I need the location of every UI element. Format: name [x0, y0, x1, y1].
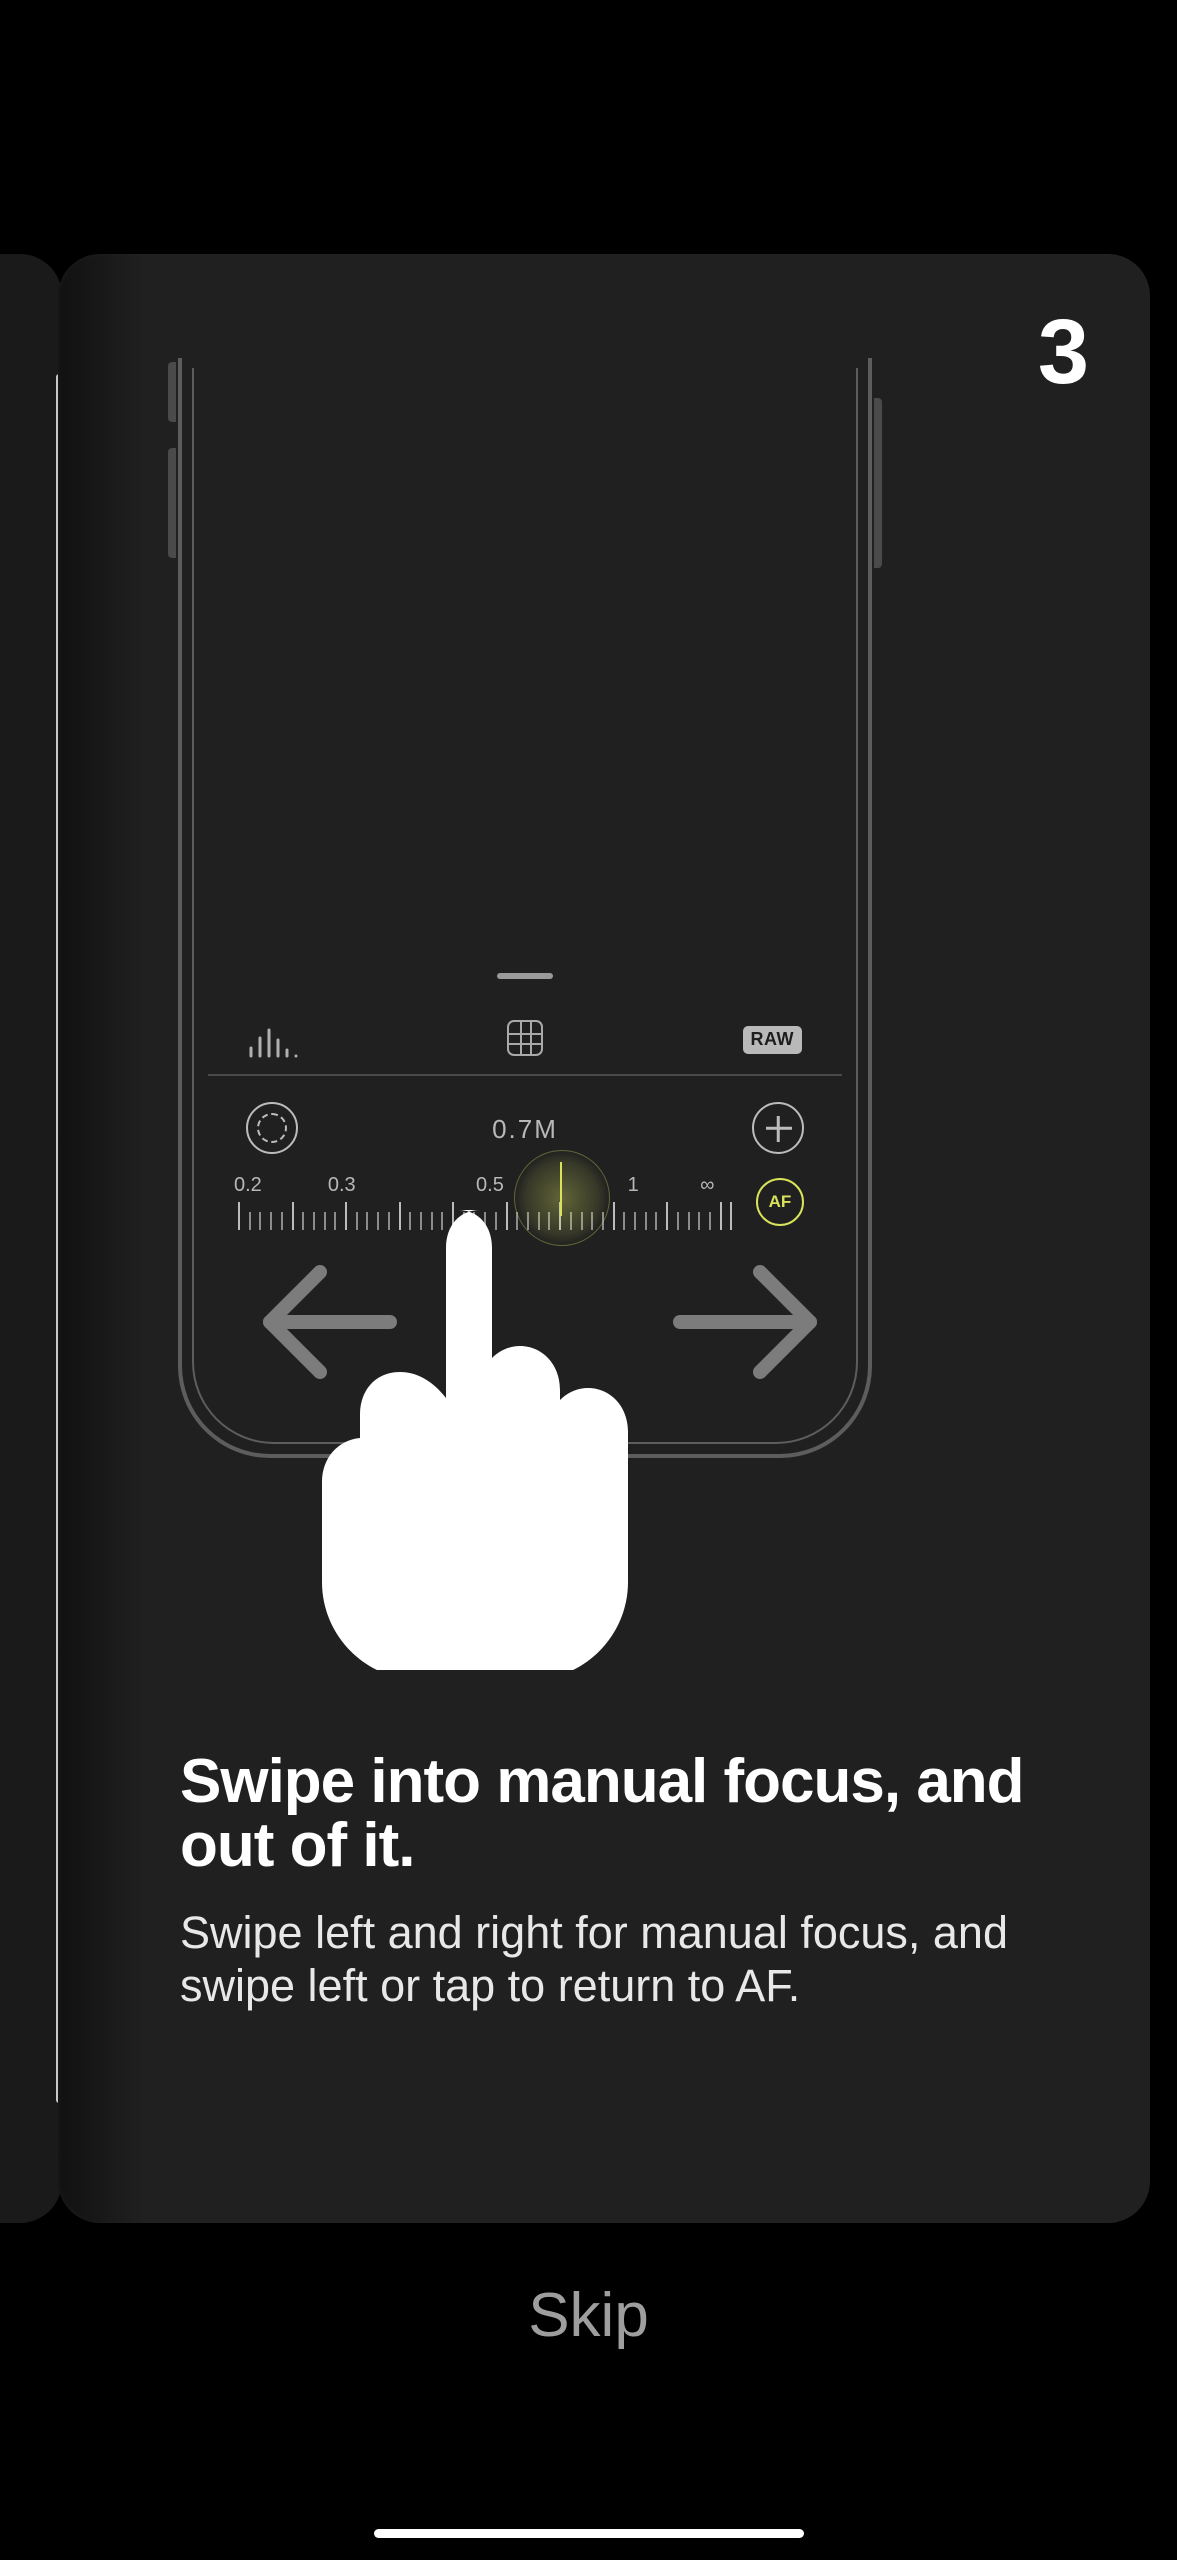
ruler-label: ∞ [700, 1174, 714, 1197]
camera-ui-illustration: RAW 0.7M 0.2 0.3 0.5 1 ∞ AF [208, 358, 842, 1428]
loupe-icon [246, 1102, 298, 1154]
divider [208, 1074, 842, 1076]
ruler-label: 0.2 [234, 1174, 262, 1197]
focus-ruler: 0.20.30.51∞ [238, 1174, 732, 1230]
home-indicator[interactable] [374, 2529, 804, 2538]
skip-button[interactable]: Skip [0, 2280, 1177, 2351]
drawer-handle-icon [497, 973, 553, 979]
onboarding-headline: Swipe into manual focus, and out of it. [180, 1750, 1057, 1879]
raw-badge: RAW [743, 1026, 803, 1054]
ruler-label: 0.3 [328, 1174, 356, 1197]
ruler-label: 0.5 [476, 1174, 504, 1197]
step-number: 3 [1038, 300, 1087, 405]
ruler-label: 1 [628, 1174, 639, 1197]
plus-circle-icon [752, 1102, 804, 1154]
onboarding-body: Swipe left and right for manual focus, a… [180, 1906, 1057, 2012]
onboarding-prev-card[interactable] [0, 254, 62, 2223]
phone-mockup: RAW 0.7M 0.2 0.3 0.5 1 ∞ AF [178, 358, 872, 1458]
focus-indicator-glow [514, 1150, 610, 1246]
focus-distance-readout: 0.7M [492, 1114, 558, 1145]
phone-power-button-icon [874, 398, 882, 568]
af-button: AF [756, 1178, 804, 1226]
histogram-icon [248, 1026, 302, 1060]
focus-cursor [560, 1162, 562, 1216]
phone-volume-button-icon [168, 448, 176, 558]
phone-side-button-icon [168, 362, 176, 422]
grid-icon [507, 1020, 543, 1056]
